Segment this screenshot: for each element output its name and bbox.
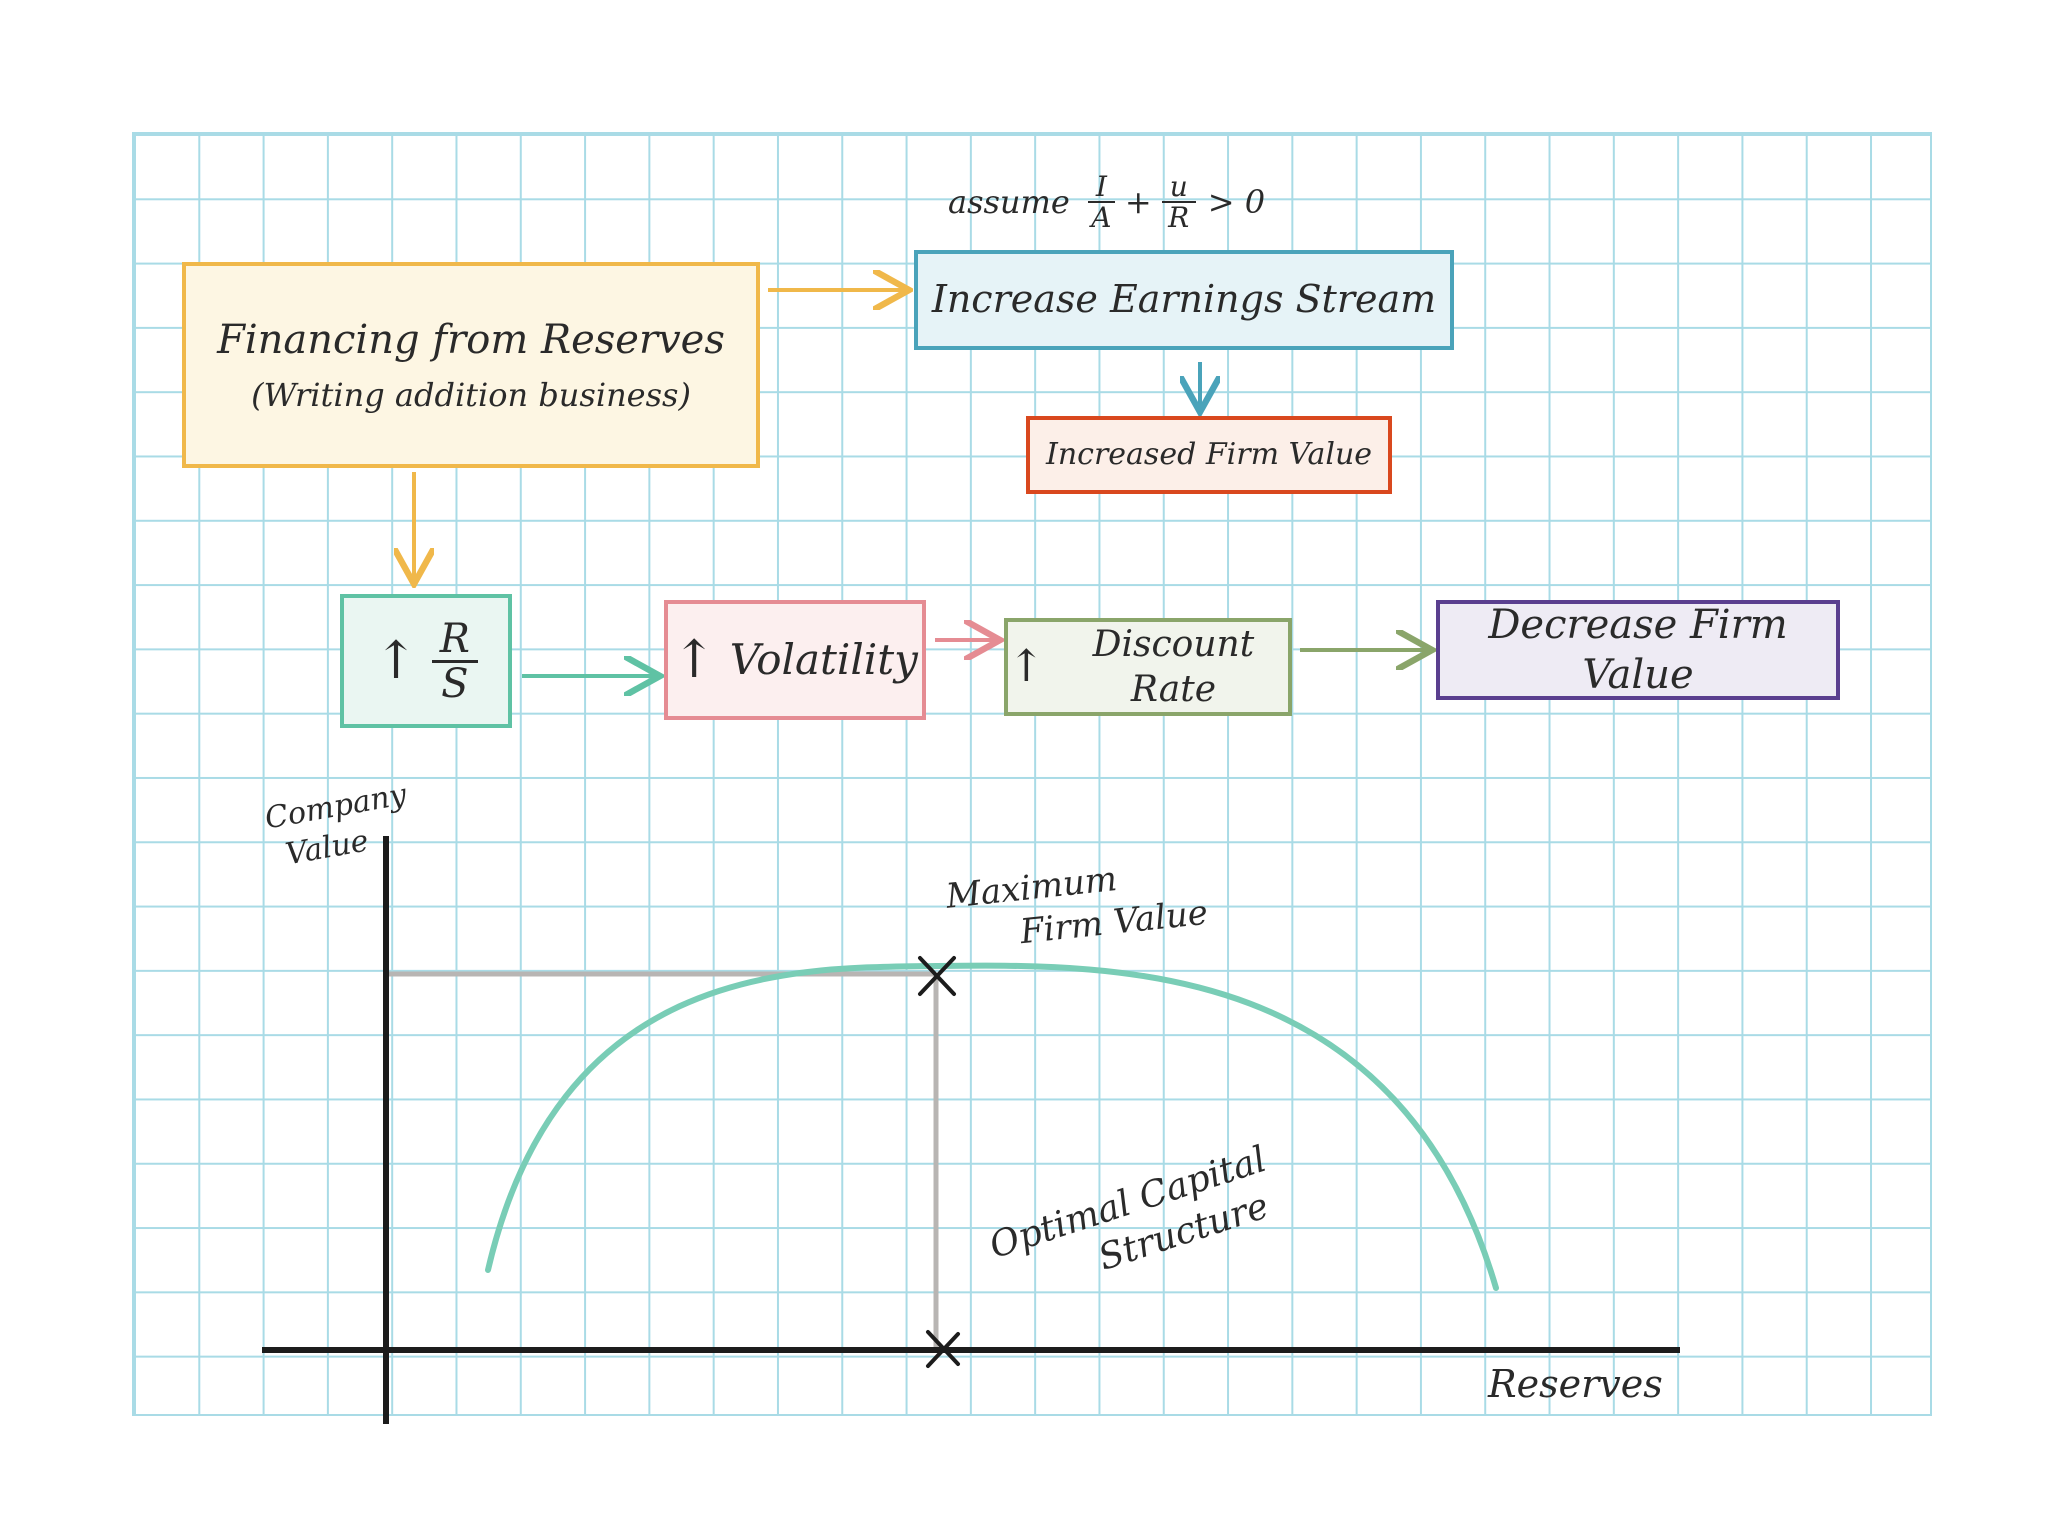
decrease-firm-value-box: Decrease Firm Value <box>1436 600 1840 700</box>
increased-firm-value-label: Increased Firm Value <box>1045 437 1373 473</box>
assumption-prefix: assume <box>948 183 1070 222</box>
financing-subtitle: (Writing addition business) <box>251 376 691 414</box>
assumption-comparison: > 0 <box>1207 183 1266 222</box>
x-axis-label: Reserves <box>1488 1362 1663 1406</box>
up-arrow-icon: ↑ <box>1008 641 1045 692</box>
discount-rate-box: ↑ Discount Rate <box>1004 618 1292 716</box>
earnings-label: Increase Earnings Stream <box>931 277 1437 322</box>
assumption-fraction-2: u R <box>1161 172 1196 233</box>
reserves-ratio-box: ↑ R S <box>340 594 512 728</box>
decrease-firm-value-label: Decrease Firm Value <box>1488 602 1788 698</box>
volatility-box: ↑ Volatility <box>664 600 926 720</box>
assumption-fraction-1: I A <box>1087 172 1115 233</box>
up-arrow-icon: ↑ <box>672 630 716 690</box>
financing-box: Financing from Reserves (Writing additio… <box>182 262 760 468</box>
reserves-ratio-fraction: R S <box>431 618 478 705</box>
earnings-box: Increase Earnings Stream <box>914 250 1454 350</box>
volatility-label: Volatility <box>729 634 918 684</box>
increased-firm-value-box: Increased Firm Value <box>1026 416 1392 494</box>
up-arrow-icon: ↑ <box>374 631 418 691</box>
assumption-plus: + <box>1124 183 1152 222</box>
financing-title: Financing from Reserves <box>217 317 725 363</box>
assumption-formula: assume I A + u R > 0 <box>948 172 1265 233</box>
discount-rate-label: Discount Rate <box>1092 624 1255 710</box>
